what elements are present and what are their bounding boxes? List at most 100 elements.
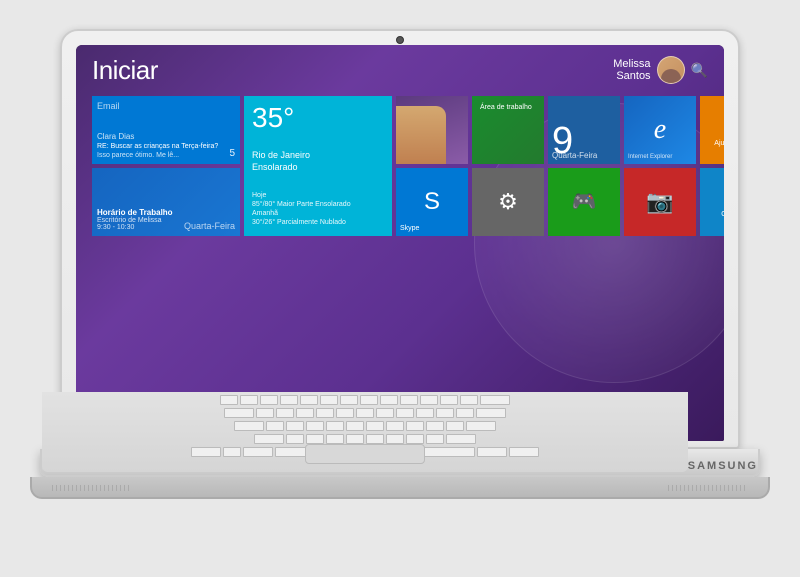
touchpad[interactable] [305, 444, 425, 464]
keyboard-area [42, 392, 688, 472]
key[interactable] [280, 395, 298, 405]
key[interactable] [300, 395, 318, 405]
key[interactable] [406, 434, 424, 444]
key[interactable] [320, 395, 338, 405]
key[interactable] [420, 395, 438, 405]
search-icon[interactable]: 🔍 [691, 62, 708, 79]
win8-start-screen: Iniciar Melissa Santos 🔍 [76, 45, 724, 441]
key[interactable] [416, 408, 434, 418]
key[interactable] [440, 395, 458, 405]
key[interactable] [256, 408, 274, 418]
key[interactable] [386, 434, 404, 444]
key[interactable] [266, 421, 284, 431]
key[interactable] [380, 395, 398, 405]
webcam [396, 36, 404, 44]
key-ctrl[interactable] [191, 447, 221, 457]
key[interactable] [346, 434, 364, 444]
key[interactable] [426, 434, 444, 444]
key[interactable] [456, 408, 474, 418]
key-shift[interactable] [254, 434, 284, 444]
key[interactable] [346, 421, 364, 431]
key[interactable] [446, 421, 464, 431]
email-sender: Clara Dias [97, 132, 235, 141]
tile-skype[interactable]: S Skype [396, 168, 468, 236]
key-alt-gr[interactable] [477, 447, 507, 457]
key[interactable] [306, 434, 324, 444]
key-backspace[interactable] [480, 395, 510, 405]
tile-settings[interactable]: ⚙ [472, 168, 544, 236]
key[interactable] [326, 421, 344, 431]
weather-condition: Ensolarado [252, 161, 384, 174]
tile-camera[interactable]: 📷 [624, 168, 696, 236]
keyboard-row-1 [42, 395, 688, 405]
laptop: Iniciar Melissa Santos 🔍 [40, 29, 760, 549]
tile-onedrive[interactable]: ☁ OneDrive [700, 168, 724, 236]
tile-help[interactable]: ? Ajuda + Dicas [700, 96, 724, 164]
ie-label: Internet Explorer [628, 154, 672, 160]
key[interactable] [360, 395, 378, 405]
tile-person[interactable] [396, 96, 468, 164]
games-icon: 🎮 [572, 189, 597, 214]
key-shift-r2[interactable] [446, 434, 476, 444]
desktop-label: Área de trabalho [480, 104, 532, 111]
speaker-right [668, 485, 748, 491]
email-label: Email [97, 101, 120, 111]
key-tab[interactable] [224, 408, 254, 418]
onedrive-label: OneDrive [721, 211, 724, 218]
tile-weather[interactable]: 35° Rio de Janeiro Ensolarado Hoje 85°/8… [244, 96, 392, 236]
weather-today-temp: 85°/80° Maior Parte Ensolarado [252, 200, 384, 209]
key-ctrl-r[interactable] [509, 447, 539, 457]
tile-ie[interactable]: e Internet Explorer [624, 96, 696, 164]
key[interactable] [316, 408, 334, 418]
user-name: Melissa [613, 58, 650, 70]
key[interactable] [336, 408, 354, 418]
key[interactable] [306, 421, 324, 431]
tile-email[interactable]: Clara Dias RE: Buscar as crianças na Ter… [92, 96, 240, 164]
key-shift-r[interactable] [466, 421, 496, 431]
key[interactable] [396, 408, 414, 418]
key[interactable] [366, 434, 384, 444]
key[interactable] [220, 395, 238, 405]
skype-icon: S [424, 188, 440, 216]
email-preview: Isso parece ótimo. Me lê... [97, 152, 235, 159]
calendar-label: Horário de Trabalho [97, 208, 235, 217]
tile-desktop[interactable]: Área de trabalho [472, 96, 544, 164]
key[interactable] [296, 408, 314, 418]
tile-group-1: Clara Dias RE: Buscar as crianças na Ter… [92, 96, 392, 426]
key-fn[interactable] [223, 447, 241, 457]
key[interactable] [426, 421, 444, 431]
settings-icon: ⚙ [498, 189, 518, 215]
key[interactable] [286, 434, 304, 444]
key[interactable] [376, 408, 394, 418]
tile-col-person: S Skype [396, 96, 468, 426]
screen-lid: Iniciar Melissa Santos 🔍 [60, 29, 740, 449]
key[interactable] [460, 395, 478, 405]
screen-bezel: Iniciar Melissa Santos 🔍 [76, 45, 724, 441]
tile-calendar[interactable]: Horário de Trabalho Escritório de Meliss… [92, 168, 240, 236]
tile-games[interactable]: 🎮 [548, 168, 620, 236]
key[interactable] [436, 408, 454, 418]
key[interactable] [406, 421, 424, 431]
help-label: Ajuda + Dicas [714, 140, 724, 147]
key[interactable] [386, 421, 404, 431]
key[interactable] [240, 395, 258, 405]
key[interactable] [356, 408, 374, 418]
key[interactable] [366, 421, 384, 431]
key[interactable] [286, 421, 304, 431]
tile-day-number[interactable]: 9 Quarta-Feira [548, 96, 620, 164]
key-caps[interactable] [234, 421, 264, 431]
user-info: Melissa Santos 🔍 [613, 56, 708, 84]
weather-temp: 35° [252, 104, 384, 132]
key[interactable] [260, 395, 278, 405]
laptop-bottom [30, 477, 770, 499]
weather-tomorrow-temp: 30°/26° Parcialmente Nublado [252, 218, 384, 227]
key[interactable] [400, 395, 418, 405]
key[interactable] [326, 434, 344, 444]
laptop-base: SAMSUNG [40, 449, 760, 477]
key[interactable] [340, 395, 358, 405]
ie-icon: e [654, 114, 666, 146]
key-enter[interactable] [476, 408, 506, 418]
key-alt[interactable] [243, 447, 273, 457]
tile-col-1: Clara Dias RE: Buscar as crianças na Ter… [92, 96, 240, 426]
key[interactable] [276, 408, 294, 418]
